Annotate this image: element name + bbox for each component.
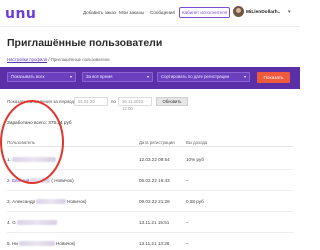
sort-select[interactable]: Сортировать по дате регистрации ▾ bbox=[157, 72, 250, 82]
filter-bar: Показывать всех ▾ За всё время ▾ Сортиро… bbox=[0, 67, 300, 89]
nav-messages[interactable]: Сообщения bbox=[150, 10, 175, 15]
user-name[interactable]: 1. bbox=[7, 157, 11, 162]
redacted-name bbox=[36, 199, 67, 205]
user-cell: 4. G bbox=[7, 220, 58, 226]
redacted-name bbox=[11, 157, 56, 163]
table-row: 1. 12.03.22 09:54 10% руб bbox=[7, 149, 293, 170]
filter-period-select[interactable]: За всё время ▾ bbox=[82, 72, 153, 82]
avatar[interactable] bbox=[233, 6, 244, 17]
date-to-label: по bbox=[111, 99, 116, 104]
filter-period-value: За всё время bbox=[86, 74, 113, 79]
chevron-down-icon: ▾ bbox=[146, 74, 149, 79]
breadcrumb: Настройки профиля / Приглашённые пользов… bbox=[7, 57, 110, 62]
nav-my-orders[interactable]: Мои заказы bbox=[119, 10, 144, 15]
page-title: Приглашённые пользователи bbox=[7, 37, 163, 49]
registration-date: 09.02.22 21:28 bbox=[139, 199, 170, 204]
income-value: 10% руб bbox=[186, 157, 204, 162]
redacted-name bbox=[19, 241, 55, 247]
sort-value: Сортировать по дате регистрации bbox=[161, 74, 229, 79]
chevron-down-icon: ▾ bbox=[69, 74, 72, 79]
top-header: unu Добавить заказ Мои заказы Сообщения … bbox=[0, 0, 300, 27]
user-name[interactable]: 4. G bbox=[7, 220, 16, 225]
logo[interactable]: unu bbox=[5, 6, 36, 22]
table-row: 5. Ни Новичок) 13.11.21 13:28 – bbox=[7, 233, 293, 250]
user-cell: 1. bbox=[7, 157, 57, 163]
redacted-name bbox=[30, 178, 51, 184]
column-income: Вы дохода bbox=[186, 140, 208, 145]
table-row: 4. G 13.11.21 15:51 – bbox=[7, 212, 293, 233]
user-name[interactable]: 3. Александр bbox=[7, 199, 35, 204]
registration-date: 12.03.22 09:54 bbox=[139, 157, 170, 162]
income-value: – bbox=[186, 178, 189, 183]
nav-add-order[interactable]: Добавить заказ bbox=[83, 10, 116, 15]
earned-total: Заработано всего: 375.24 руб bbox=[7, 120, 72, 125]
table-header: Пользователь Дата регистрации Вы дохода bbox=[7, 139, 293, 147]
chevron-down-icon: ▾ bbox=[243, 74, 246, 79]
filter-show-value: Показывать всех bbox=[11, 74, 45, 79]
date-to-field[interactable]: 26.11.2022 12:00 bbox=[118, 97, 152, 111]
user-cell: 5. Ни Новичок) bbox=[7, 241, 76, 247]
show-button[interactable]: Показать bbox=[257, 72, 290, 83]
date-range-label: Показать начисления за период с bbox=[7, 99, 78, 104]
filter-show-select[interactable]: Показывать всех ▾ bbox=[7, 72, 76, 82]
breadcrumb-separator: / bbox=[48, 57, 50, 62]
chevron-down-icon[interactable]: ▾ bbox=[288, 9, 291, 15]
user-name[interactable]: 5. Ни bbox=[7, 241, 18, 246]
table-row: 2. Евгений ( Новичок) 05.02.22 16:43 – bbox=[7, 170, 293, 191]
income-value: – bbox=[186, 220, 189, 225]
registration-date: 05.02.22 16:43 bbox=[139, 178, 170, 183]
breadcrumb-profile-settings[interactable]: Настройки профиля bbox=[7, 57, 47, 62]
registration-date: 13.11.21 15:51 bbox=[139, 220, 170, 225]
user-rank: Новичок) bbox=[67, 199, 87, 204]
redacted-name bbox=[16, 220, 57, 226]
breadcrumb-current: Приглашённые пользователи bbox=[50, 57, 110, 62]
registration-date: 13.11.21 13:28 bbox=[139, 241, 170, 246]
table-row: 3. Александр Новичок) 09.02.22 21:28 0.58… bbox=[7, 191, 293, 212]
date-from-field[interactable]: 01.01.20 bbox=[74, 97, 108, 106]
column-registration-date: Дата регистрации bbox=[139, 140, 175, 145]
user-cell: 2. Евгений ( Новичок) bbox=[7, 178, 74, 184]
user-rank: Новичок) bbox=[56, 241, 76, 246]
user-cell: 3. Александр Новичок) bbox=[7, 199, 87, 205]
income-value: – bbox=[186, 241, 189, 246]
refresh-button[interactable]: Обновить bbox=[156, 97, 188, 106]
income-value: 0.58 руб bbox=[186, 199, 204, 204]
user-name[interactable]: 2. Евгений bbox=[7, 178, 29, 183]
user-rank: ( Новичок) bbox=[51, 178, 74, 183]
executor-cabinet-button[interactable]: Кабинет исполнителя bbox=[179, 7, 230, 18]
username[interactable]: MiLlenDollarh.. bbox=[246, 10, 280, 15]
column-user: Пользователь bbox=[7, 140, 35, 145]
